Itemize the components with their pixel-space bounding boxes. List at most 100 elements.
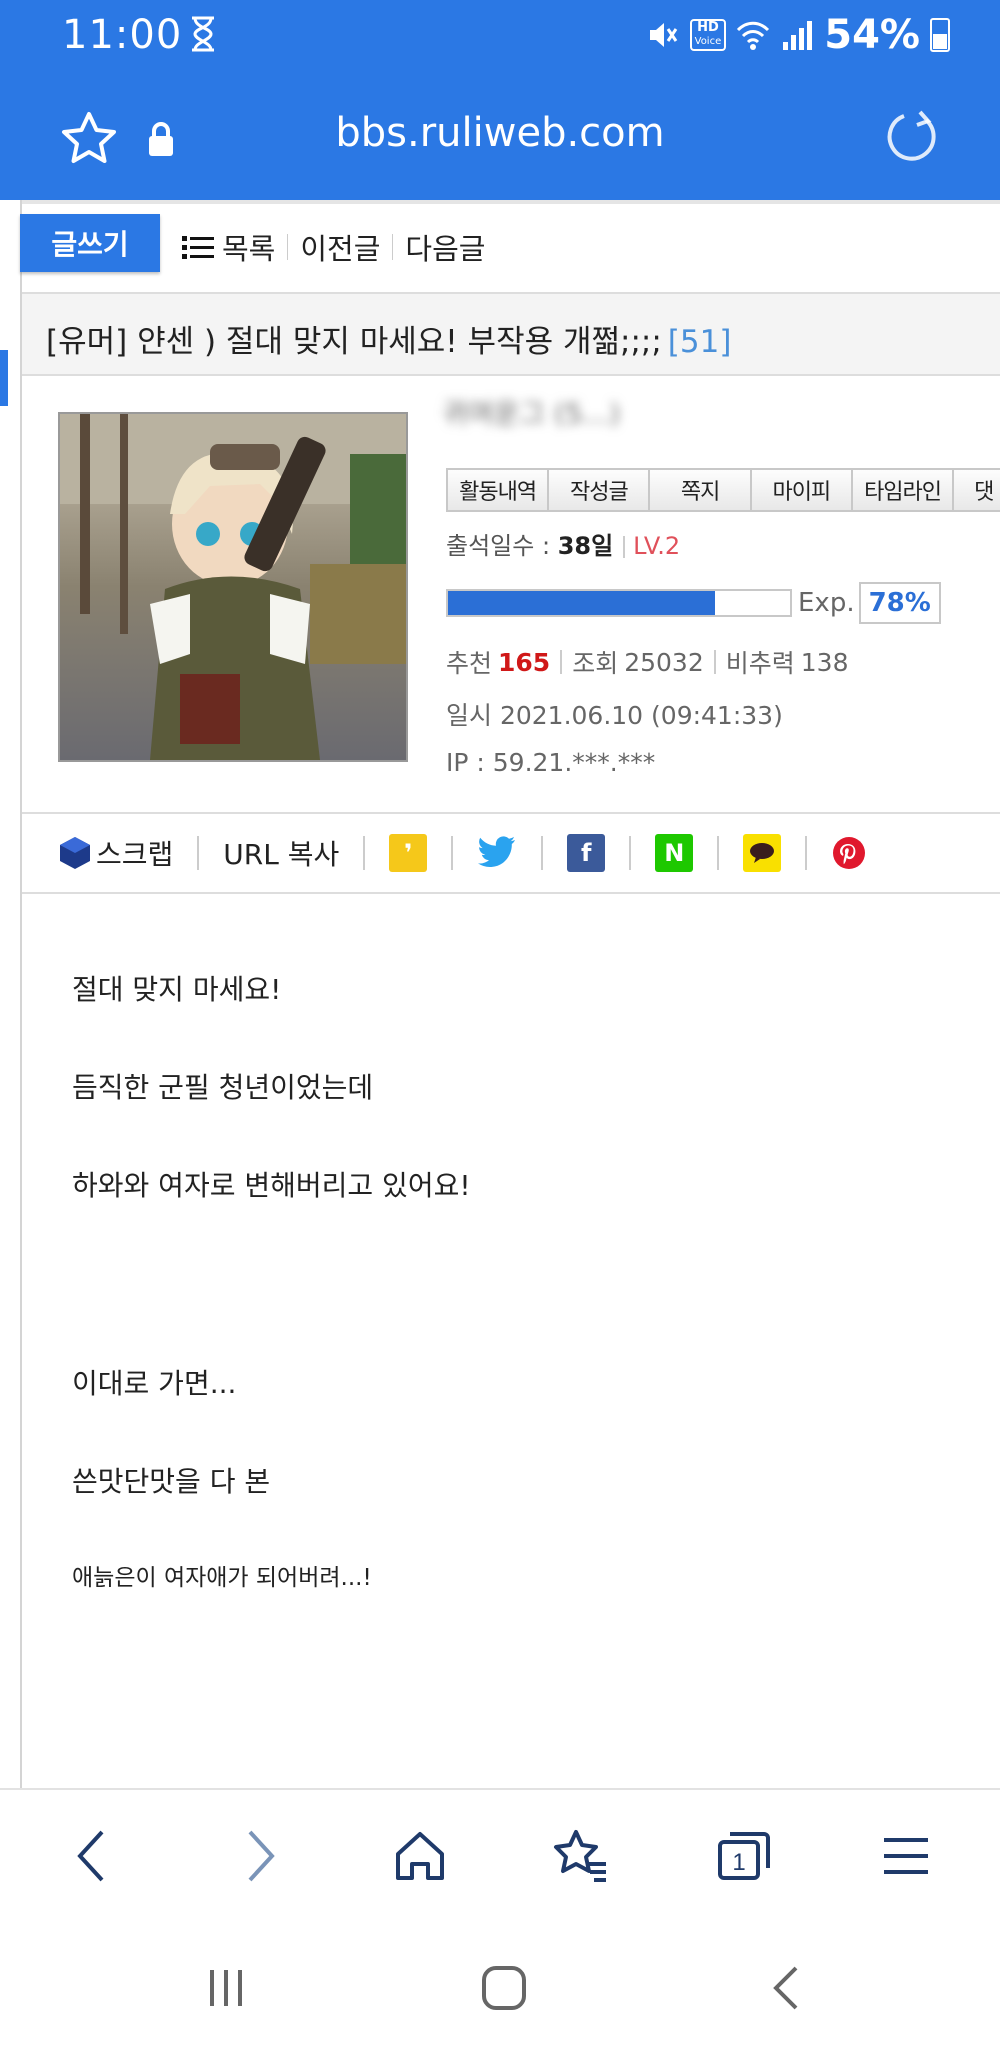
divider: [623, 536, 626, 558]
recommend-count: 165: [498, 647, 551, 677]
post-date: 일시 2021.06.10 (09:41:33): [446, 701, 783, 730]
divider: [287, 234, 289, 260]
post-title-text: [유머] 얀센 ) 절대 맞지 마세요! 부작용 개쩖;;;;: [46, 324, 662, 360]
exp-percent: 78%: [858, 582, 941, 624]
bookmarks-button[interactable]: [548, 1824, 612, 1888]
recent-apps-icon: [210, 1970, 242, 2006]
comment-count[interactable]: [51]: [668, 324, 732, 360]
next-post-link[interactable]: 다음글: [405, 226, 485, 268]
recent-apps-button[interactable]: [196, 1958, 256, 2018]
author-profile: 귀여운그 (5...) 활동내역 작성글 쪽지 마이피 타임라인 댓 출석일수 …: [22, 376, 1000, 812]
divider: [451, 836, 454, 870]
author-name-blurred[interactable]: 귀여운그 (5...): [442, 397, 620, 430]
author-name[interactable]: 귀여운그 (5...): [442, 392, 742, 432]
views-label: 조회: [572, 649, 619, 678]
url-text[interactable]: bbs.ruliweb.com: [0, 110, 1000, 156]
profile-tabs: 활동내역 작성글 쪽지 마이피 타임라인 댓: [446, 468, 1000, 512]
avatar-image: [60, 414, 406, 760]
views-count: 25032: [624, 647, 704, 677]
recommend-label: 추천: [446, 649, 493, 678]
attendance-row: 출석일수 : 38일 LV.2: [446, 526, 680, 561]
browser-bottom-toolbar: 1: [0, 1788, 1000, 1918]
post-title: [유머] 얀센 ) 절대 맞지 마세요! 부작용 개쩖;;;; [51]: [46, 316, 731, 361]
author-avatar[interactable]: [58, 412, 408, 762]
facebook-share-icon[interactable]: f: [567, 834, 606, 872]
mute-icon: [649, 23, 677, 47]
system-navigation-bar: [0, 1918, 1000, 2055]
tab-timeline[interactable]: 타임라인: [850, 468, 953, 512]
divider: [541, 836, 544, 870]
bookmark-list-icon: [554, 1830, 606, 1882]
scrap-label[interactable]: 스크랩: [96, 833, 173, 873]
scrap-button[interactable]: 스크랩: [58, 833, 173, 873]
exp-label: Exp.: [798, 588, 855, 618]
url-copy-button[interactable]: URL 복사: [223, 833, 339, 873]
list-link[interactable]: 목록: [222, 226, 275, 268]
wifi-icon: [737, 21, 770, 50]
prev-post-link[interactable]: 이전글: [300, 226, 380, 268]
twitter-share-icon[interactable]: [477, 835, 517, 871]
home-button[interactable]: [388, 1824, 452, 1888]
system-home-button[interactable]: [474, 1958, 534, 2018]
tab-posts[interactable]: 작성글: [547, 468, 649, 512]
divider: [363, 836, 366, 870]
post-page: 글쓰기 목록 이전글 다음글 [유머] 얀센 ) 절대 맞지 마세요! 부작용 …: [20, 200, 1000, 1788]
divider: [713, 650, 716, 674]
share-bar: 스크랩 URL 복사 ❜ f N: [22, 812, 1000, 894]
system-home-icon: [482, 1966, 526, 2010]
write-button[interactable]: 글쓰기: [20, 214, 160, 272]
hourglass-icon: [192, 16, 214, 52]
nonrec-count: 138: [800, 647, 849, 677]
content-line: 쓴맛단맛을 다 본: [72, 1465, 271, 1498]
exp-progress-fill: [448, 591, 715, 615]
exp-row: Exp. 78%: [446, 582, 941, 624]
forward-button[interactable]: [228, 1824, 292, 1888]
kakaostory-share-icon[interactable]: ❜: [389, 834, 428, 872]
browser-top-bar: 11:00 HD Voice 54% bbs.ruliweb.com: [0, 0, 1000, 200]
hamburger-menu-icon: [884, 1838, 928, 1874]
naver-share-icon[interactable]: N: [655, 834, 694, 872]
level-badge: LV.2: [633, 532, 681, 560]
signal-icon: [783, 21, 813, 50]
post-ip: IP : 59.21.***.***: [446, 748, 656, 777]
kakaotalk-share-icon[interactable]: [743, 834, 782, 872]
content-line: 이대로 가면...: [72, 1367, 237, 1400]
divider: [717, 836, 720, 870]
tab-message[interactable]: 쪽지: [648, 468, 750, 512]
exp-progress-bar: [446, 589, 792, 617]
back-button[interactable]: [60, 1824, 124, 1888]
tab-activity[interactable]: 활동내역: [446, 468, 548, 512]
post-title-box: [유머] 얀센 ) 절대 맞지 마세요! 부작용 개쩖;;;; [51]: [22, 292, 1000, 376]
tabs-icon: 1: [718, 1832, 770, 1880]
post-content: 절대 맞지 마세요! 듬직한 군필 청년이었는데 하와와 여자로 변해버리고 있…: [72, 968, 952, 1656]
divider: [560, 650, 563, 674]
reload-icon[interactable]: [880, 106, 942, 168]
left-scroll-marker: [0, 350, 8, 406]
tab-count: 1: [732, 1849, 745, 1876]
content-line: 절대 맞지 마세요!: [72, 973, 282, 1006]
content-line: 애늙은이 여자애가 되어버려...!: [72, 1565, 372, 1591]
scrap-icon: [60, 837, 90, 869]
status-bar: 11:00 HD Voice 54%: [0, 0, 1000, 70]
chevron-right-icon: [248, 1830, 275, 1882]
menu-button[interactable]: [874, 1824, 938, 1888]
list-icon[interactable]: [182, 233, 214, 261]
tab-comments[interactable]: 댓: [952, 468, 1000, 512]
system-back-button[interactable]: [756, 1958, 816, 2018]
content-line: 듬직한 군필 청년이었는데: [72, 1071, 374, 1104]
post-nav-links: 목록 이전글 다음글: [182, 226, 485, 268]
pinterest-share-icon[interactable]: [831, 835, 867, 871]
battery-icon: [930, 18, 950, 52]
nonrec-label: 비추력: [725, 649, 795, 678]
hd-voice-icon: HD Voice: [689, 19, 727, 51]
content-line: 하와와 여자로 변해버리고 있어요!: [72, 1169, 471, 1202]
post-action-bar: 글쓰기 목록 이전글 다음글: [20, 200, 1000, 292]
url-bar[interactable]: bbs.ruliweb.com: [0, 70, 1000, 200]
battery-percent: 54%: [824, 12, 920, 58]
home-icon: [396, 1832, 444, 1880]
tab-mypi[interactable]: 마이피: [749, 468, 851, 512]
post-stats: 추천 165 조회 25032 비추력 138: [446, 644, 848, 680]
divider: [805, 836, 808, 870]
tabs-button[interactable]: 1: [712, 1824, 776, 1888]
system-back-icon: [773, 1966, 798, 2010]
